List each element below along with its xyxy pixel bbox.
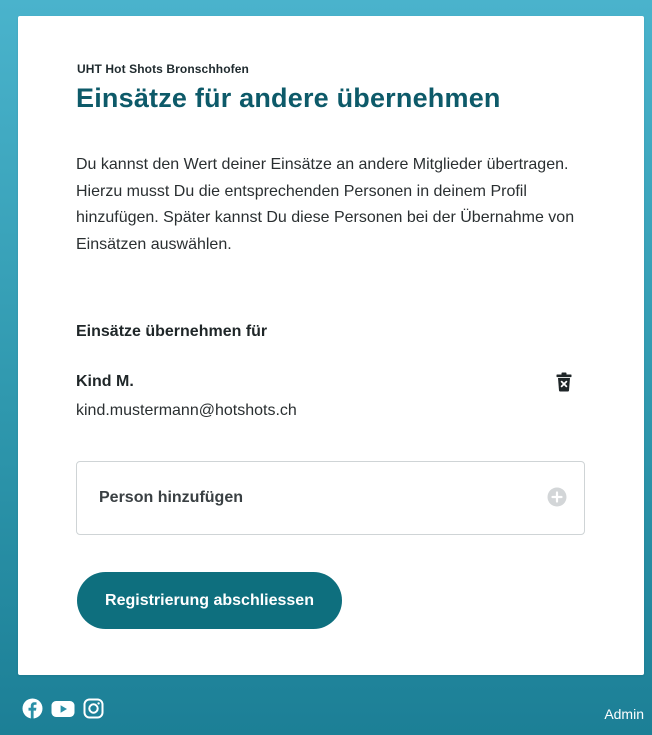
- page-title: Einsätze für andere übernehmen: [76, 83, 501, 113]
- complete-registration-button[interactable]: Registrierung abschliessen: [77, 572, 342, 629]
- description-text: Du kannst den Wert deiner Einsätze an an…: [76, 156, 575, 253]
- add-person-button[interactable]: Person hinzufügen: [76, 461, 585, 535]
- person-email: kind.mustermann@hotshots.ch: [76, 402, 297, 419]
- person-name: Kind M.: [76, 373, 134, 390]
- trash-icon: [556, 372, 572, 392]
- social-links: [22, 698, 104, 724]
- admin-link[interactable]: Admin: [604, 706, 644, 722]
- delete-person-button[interactable]: [555, 372, 573, 392]
- club-name: UHT Hot Shots Bronschhofen: [77, 62, 249, 76]
- section-label: Einsätze übernehmen für: [76, 323, 268, 340]
- add-person-label: Person hinzufügen: [99, 489, 243, 506]
- plus-circle-icon: [547, 487, 567, 507]
- instagram-icon[interactable]: [83, 698, 104, 724]
- facebook-icon[interactable]: [22, 698, 43, 724]
- youtube-icon[interactable]: [51, 700, 75, 723]
- content-card: UHT Hot Shots Bronschhofen Einsätze für …: [18, 16, 644, 675]
